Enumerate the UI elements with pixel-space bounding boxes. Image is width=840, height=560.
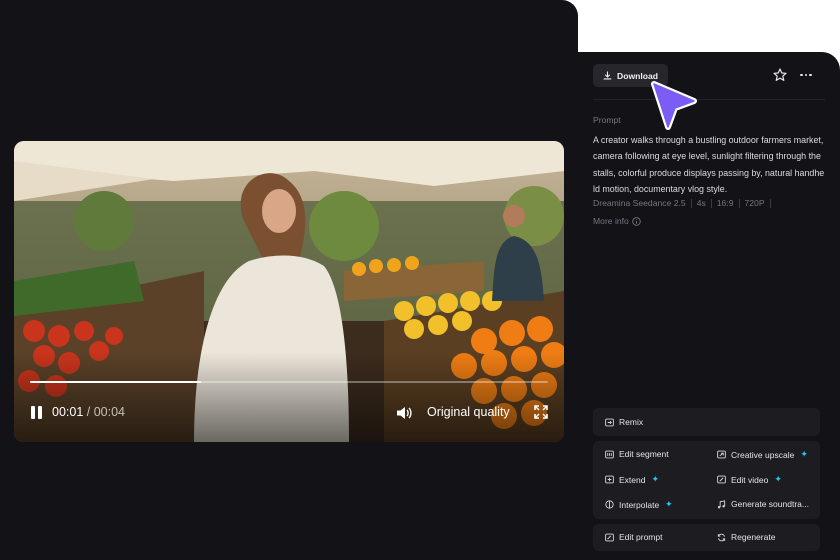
remix-card: Remix — [593, 408, 820, 436]
remix-button[interactable]: Remix — [605, 417, 643, 427]
interpolate-icon — [605, 500, 614, 509]
duration: 4s — [696, 198, 706, 208]
meta-separator — [769, 198, 771, 208]
meta-separator — [690, 198, 692, 208]
sparkle-icon: ✦ — [665, 499, 673, 509]
pointer-cursor-icon — [651, 81, 697, 130]
edit-segment-button[interactable]: Edit segment — [605, 449, 669, 459]
extend-icon — [605, 475, 614, 484]
edit-video-button[interactable]: Edit video ✦ — [717, 474, 782, 485]
prompt-tools-card: Edit prompt Regenerate — [593, 524, 820, 551]
download-icon — [603, 71, 612, 80]
creative-upscale-label: Creative upscale — [731, 449, 795, 460]
sparkle-icon: ✦ — [774, 474, 782, 484]
meta-separator — [738, 198, 740, 208]
fullscreen-icon[interactable] — [534, 405, 548, 419]
preview-panel: 00:01 / 00:04 Original quality — [0, 0, 578, 560]
meta-separator — [710, 198, 712, 208]
prompt-label: Prompt — [593, 115, 621, 125]
resolution: 720P — [744, 198, 765, 208]
edit-tools-card: Edit segment Creative upscale ✦ Extend ✦… — [593, 441, 820, 519]
current-time: 00:01 — [52, 405, 84, 419]
generate-soundtrack-label: Generate soundtra... — [731, 499, 809, 509]
quality-selector[interactable]: Original quality — [427, 405, 510, 419]
remix-label: Remix — [619, 417, 644, 427]
regenerate-button[interactable]: Regenerate — [717, 532, 775, 542]
progress-fill — [30, 381, 201, 383]
music-icon — [717, 499, 726, 508]
details-panel: Download Prompt A creator walks through … — [578, 52, 840, 560]
total-time: / 00:04 — [86, 405, 125, 419]
controls-gradient — [14, 352, 564, 442]
edit-segment-icon — [605, 450, 614, 458]
upscale-icon — [717, 450, 726, 459]
interpolate-label: Interpolate — [619, 499, 660, 510]
remix-icon — [605, 418, 614, 426]
more-info-label: More info — [593, 216, 629, 226]
edit-prompt-button[interactable]: Edit prompt — [605, 532, 662, 542]
extend-label: Extend — [619, 474, 646, 485]
aspect-ratio: 16:9 — [716, 198, 734, 208]
edit-segment-label: Edit segment — [619, 449, 669, 459]
creative-upscale-button[interactable]: Creative upscale ✦ — [717, 449, 808, 460]
generate-soundtrack-button[interactable]: Generate soundtra... — [717, 499, 809, 509]
edit-prompt-label: Edit prompt — [619, 532, 663, 542]
sparkle-icon: ✦ — [651, 474, 660, 484]
prompt-text: A creator walks through a bustling outdo… — [593, 135, 825, 195]
progress-bar[interactable] — [30, 381, 548, 383]
sparkle-icon: ✦ — [800, 449, 808, 459]
info-icon — [632, 216, 641, 226]
divider — [593, 99, 825, 100]
edit-video-icon — [717, 475, 726, 484]
pause-icon[interactable] — [30, 406, 44, 420]
extend-button[interactable]: Extend ✦ — [605, 474, 659, 485]
edit-video-label: Edit video — [731, 474, 769, 485]
video-player[interactable]: 00:01 / 00:04 Original quality — [14, 141, 564, 442]
regenerate-icon — [717, 533, 726, 541]
edit-prompt-icon — [605, 533, 614, 541]
star-icon[interactable] — [773, 68, 787, 82]
generation-meta: Dreamina Seedance 2.5 4s 16:9 720P — [593, 198, 776, 208]
model-name: Dreamina Seedance 2.5 — [593, 198, 686, 208]
time-display: 00:01 / 00:04 — [52, 405, 125, 419]
regenerate-label: Regenerate — [731, 532, 776, 542]
interpolate-button[interactable]: Interpolate ✦ — [605, 499, 673, 510]
volume-icon[interactable] — [396, 405, 412, 421]
more-info-link[interactable]: More info — [593, 216, 641, 226]
more-options-icon[interactable] — [800, 69, 814, 81]
download-label: Download — [617, 70, 659, 81]
